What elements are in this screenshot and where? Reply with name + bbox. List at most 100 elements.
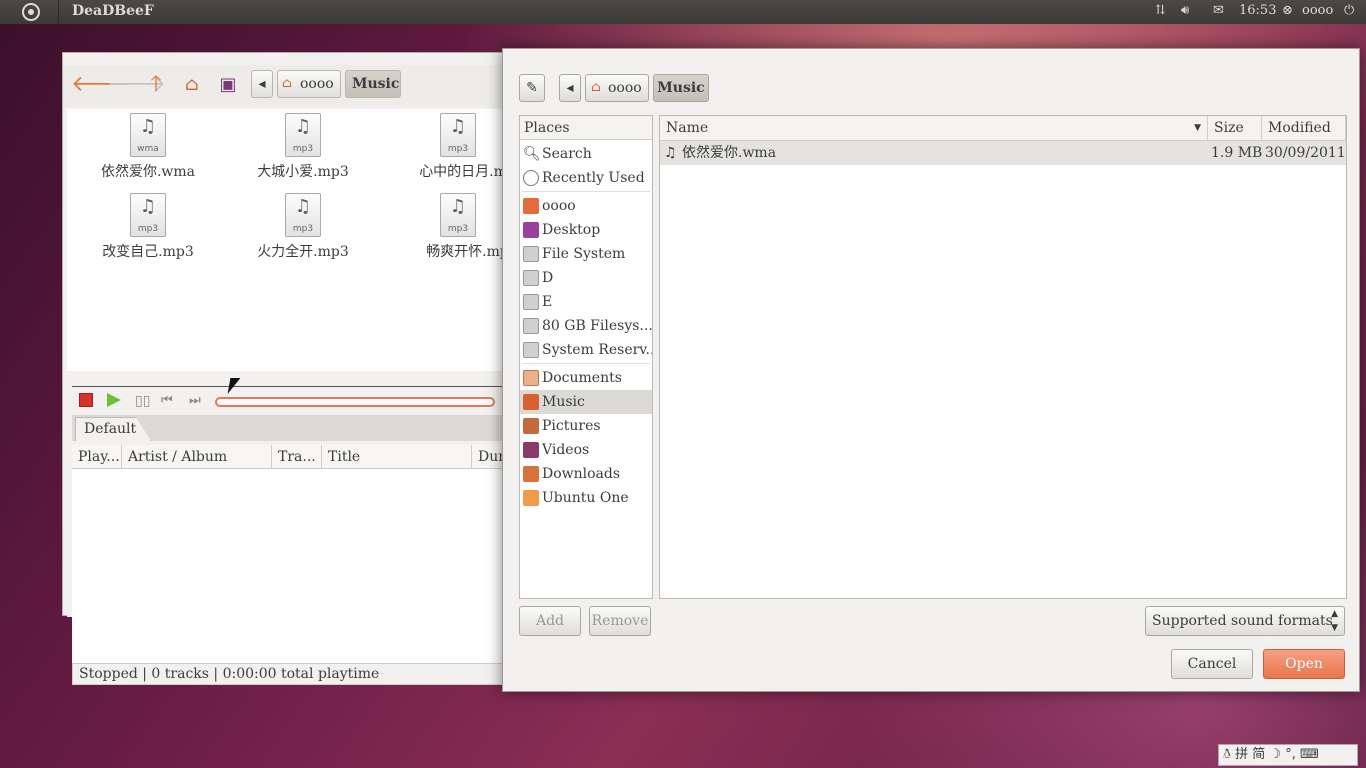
file-item[interactable]: ♫ wma 依然爱你.wma — [73, 113, 223, 181]
power-icon[interactable]: ⏻ — [1344, 3, 1354, 18]
previous-icon[interactable]: ⏮ — [161, 393, 177, 409]
place-pictures[interactable]: Pictures — [520, 414, 652, 438]
cancel-button[interactable]: Cancel — [1171, 649, 1253, 679]
file-row[interactable]: ♫ 依然爱你.wma 1.9 MB 30/09/2011 — [660, 141, 1346, 165]
volume-icon[interactable]: 🔊︎ — [1181, 3, 1189, 18]
back-arrow-icon[interactable]: 🡐 — [71, 73, 130, 97]
play-icon[interactable] — [107, 393, 121, 407]
up-arrow-icon[interactable]: 🡑 — [143, 73, 169, 97]
crumb-home[interactable]: ⌂ oooo — [585, 74, 649, 102]
crumb-music[interactable]: Music — [653, 74, 709, 102]
add-bookmark-button[interactable]: Add — [519, 606, 581, 636]
status-bar: Stopped | 0 tracks | 0:00:00 total playt… — [72, 663, 512, 685]
place-ubuntu-one[interactable]: Ubuntu One — [520, 486, 652, 510]
playlist-body[interactable] — [72, 469, 512, 663]
audio-file-icon: ♫ wma — [130, 113, 166, 157]
panel-divider — [58, 0, 59, 24]
computer-icon[interactable]: ▣ — [215, 73, 241, 97]
videos-folder-icon — [523, 442, 539, 458]
folder-icon — [523, 490, 539, 506]
file-type-filter[interactable]: Supported sound formats ▲ ▼ — [1145, 606, 1345, 636]
audio-file-icon: ♫ mp3 — [130, 193, 166, 237]
clock[interactable]: 16:53 — [1239, 3, 1276, 18]
place-label: Pictures — [542, 418, 601, 434]
forward-arrow-icon[interactable]: 🡒 — [107, 73, 166, 97]
col-size[interactable]: Size — [1208, 116, 1262, 141]
network-icon[interactable]: ⇅ — [1155, 3, 1166, 18]
col-playing[interactable]: Play... — [72, 445, 122, 469]
place-label: Recently Used — [542, 170, 645, 186]
crumb-home[interactable]: ⌂ oooo — [277, 70, 341, 98]
open-button[interactable]: Open — [1263, 649, 1345, 679]
seek-bar[interactable] — [215, 397, 495, 407]
desktop-icon — [523, 222, 539, 238]
places-header: Places — [520, 116, 652, 140]
place-system-reserved[interactable]: System Reserv... — [520, 338, 652, 362]
pause-icon[interactable]: ▯▯ — [135, 393, 151, 409]
stop-icon[interactable] — [79, 393, 93, 407]
edit-path-icon[interactable]: ✎ — [519, 74, 545, 102]
place-label: Documents — [542, 370, 622, 386]
home-folder-icon — [523, 198, 539, 214]
place-home[interactable]: oooo — [520, 194, 652, 218]
col-artist-album[interactable]: Artist / Album — [122, 445, 272, 469]
place-label: Videos — [542, 442, 590, 458]
file-name: 依然爱你.wma — [682, 145, 777, 161]
col-track[interactable]: Tra... — [272, 445, 322, 469]
place-label: System Reserv... — [542, 342, 652, 358]
next-icon[interactable]: ⏭ — [189, 393, 205, 409]
place-80gb-filesystem[interactable]: 80 GB Filesys... — [520, 314, 652, 338]
search-icon: 🔍︎ — [523, 146, 541, 162]
crumb-music[interactable]: Music — [345, 70, 401, 98]
place-label: 80 GB Filesys... — [542, 318, 652, 334]
col-name[interactable]: Name ▼ — [660, 116, 1208, 141]
crumb-left-arrow[interactable]: ◂ — [251, 70, 273, 98]
divider — [72, 386, 512, 387]
home-folder-icon: ⌂ — [591, 80, 601, 95]
file-name: 改变自己.mp3 — [102, 244, 194, 260]
col-modified[interactable]: Modified — [1262, 116, 1346, 141]
user-status-icon[interactable]: ⊗ — [1282, 3, 1293, 18]
user-name[interactable]: oooo — [1302, 3, 1333, 18]
ubuntu-logo-icon[interactable] — [22, 3, 40, 21]
file-ext: wma — [137, 144, 159, 154]
file-name: 依然爱你.wma — [100, 164, 196, 180]
drive-icon — [523, 342, 539, 358]
clock-icon — [523, 170, 539, 186]
place-label: Search — [542, 146, 592, 162]
crumb-home-label: oooo — [300, 76, 334, 92]
audio-file-icon: ♫ mp3 — [440, 193, 476, 237]
file-item[interactable]: ♫ mp3 火力全开.mp3 — [228, 193, 378, 261]
file-item[interactable]: ♫ mp3 大城小爱.mp3 — [228, 113, 378, 181]
input-method-bar[interactable]: 🐧︎ 拼 简 ☽ °, ⌨ — [1218, 744, 1358, 766]
place-music[interactable]: Music — [520, 390, 652, 414]
crumb-home-label: oooo — [608, 80, 642, 96]
drive-icon — [523, 270, 539, 286]
place-search[interactable]: 🔍︎ Search — [520, 142, 652, 166]
place-e[interactable]: E — [520, 290, 652, 314]
pictures-folder-icon — [523, 418, 539, 434]
place-videos[interactable]: Videos — [520, 438, 652, 462]
home-folder-icon[interactable]: ⌂ — [179, 73, 205, 97]
audio-file-icon: ♫ mp3 — [285, 193, 321, 237]
drive-icon — [523, 246, 539, 262]
place-desktop[interactable]: Desktop — [520, 218, 652, 242]
file-item[interactable]: ♫ mp3 改变自己.mp3 — [73, 193, 223, 261]
remove-bookmark-button[interactable]: Remove — [589, 606, 651, 636]
mail-icon[interactable]: ✉ — [1213, 3, 1224, 18]
punctuation-icon: °, — [1285, 747, 1296, 762]
place-downloads[interactable]: Downloads — [520, 462, 652, 486]
place-file-system[interactable]: File System — [520, 242, 652, 266]
playlist-tab-strip: Default — [72, 415, 512, 441]
file-ext: mp3 — [137, 224, 159, 234]
crumb-left-arrow[interactable]: ◂ — [559, 74, 581, 102]
col-title[interactable]: Title — [322, 445, 472, 469]
tab-default[interactable]: Default — [75, 417, 151, 441]
place-documents[interactable]: Documents — [520, 366, 652, 390]
place-label: Downloads — [542, 466, 621, 482]
place-d[interactable]: D — [520, 266, 652, 290]
place-label: File System — [542, 246, 626, 262]
place-recently-used[interactable]: Recently Used — [520, 166, 652, 190]
file-size: 1.9 MB — [1211, 145, 1263, 161]
downloads-folder-icon — [523, 466, 539, 482]
